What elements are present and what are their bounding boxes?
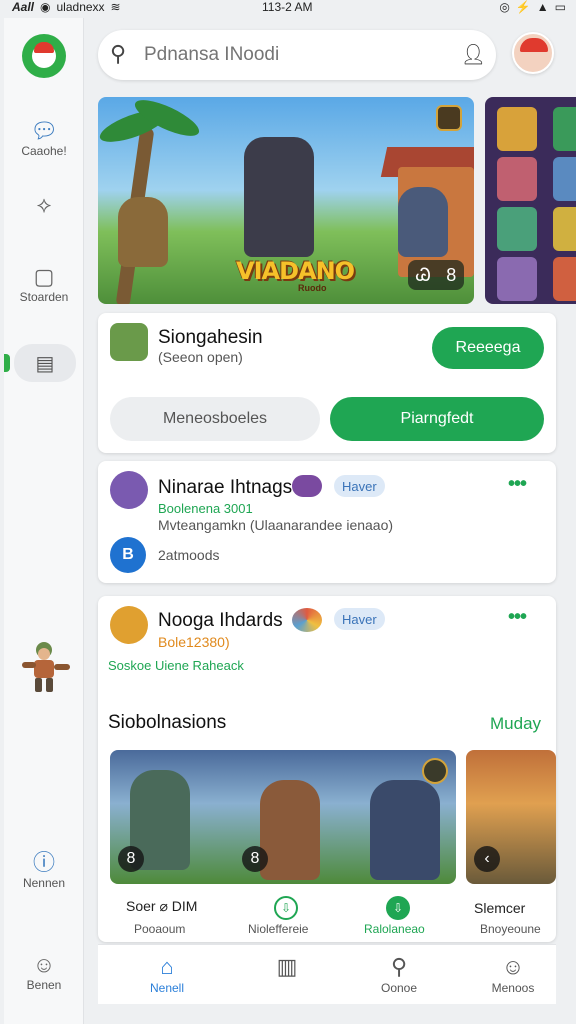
thumb-sub: Bnoyeoune [480, 922, 541, 936]
post-description: Mvteangamkn (Ulaanarandee ienaao) [158, 517, 394, 533]
eye-icon: ◉ [40, 0, 51, 14]
game-thumbnail[interactable]: ‹ [466, 750, 556, 884]
install-icon[interactable]: ⇩ [386, 896, 410, 920]
reaction-icon [292, 608, 322, 632]
banner-count: 8 [446, 264, 457, 285]
nav-label: Oonoe [380, 981, 418, 995]
tab-left[interactable]: Meneosboeles [110, 397, 320, 441]
featured-subtitle: (Seeon open) [158, 349, 243, 365]
thumb-badge: 8 [118, 846, 144, 872]
banner-badge [436, 105, 462, 131]
avatar[interactable] [512, 32, 554, 74]
nav-search[interactable]: ⚲ Oonoe [354, 953, 444, 995]
banner-subtitle: Ruodo [298, 283, 327, 293]
warrior-avatar [22, 642, 70, 692]
rail-item-info[interactable]: ⓘ Nennen [4, 850, 84, 890]
search-bar[interactable]: ⚲ 👤︎ [98, 30, 496, 80]
featured-action-button[interactable]: Reeeega [432, 327, 544, 369]
post-title: Ninarae Ihtnags [158, 477, 293, 498]
calendar-icon: ▤ [35, 352, 55, 375]
rail-item-share[interactable]: ⟡ [4, 192, 84, 218]
rail-item-label: Stoarden [19, 290, 69, 304]
banner-counter: Ꮚ 8 [408, 260, 464, 290]
book-icon: ▥ [276, 954, 298, 979]
thumb-sub: Nioleffereie [248, 922, 309, 936]
search-input[interactable] [144, 42, 444, 68]
thumb-sub: Pooaoum [134, 922, 186, 936]
hero-banner-next[interactable] [485, 97, 576, 304]
post-title: Nooga Ihdards [158, 610, 283, 631]
status-badge: Haver [334, 475, 385, 497]
post-avatar [110, 606, 148, 644]
rail-item-label: Benen [26, 978, 62, 992]
hero-banner[interactable]: VIADANO Ruodo Ꮚ 8 [98, 97, 474, 304]
account-icon[interactable]: 👤︎ [461, 42, 486, 67]
signal-bars-icon: ▲ [536, 0, 549, 14]
nav-label: Nenell [149, 981, 185, 995]
back-icon[interactable]: ‹ [474, 846, 500, 872]
post-card-2: Nooga Ihdards Haver ••• Bole12380) Sosko… [98, 596, 556, 942]
info-icon: ⓘ [32, 850, 55, 875]
app-logo[interactable] [22, 34, 66, 78]
post-avatar [110, 471, 148, 509]
rail-item-chat[interactable]: 💬︎ Caaohe! [4, 118, 84, 158]
more-options-icon[interactable]: ••• [508, 606, 527, 629]
post-card-1[interactable]: Ninarae Ihtnags Haver ••• Boolenena 3001… [98, 461, 556, 583]
featured-card: Siongahesin (Seeon open) Reeeega Meneosb… [98, 313, 556, 453]
player-icon: Ꮚ [415, 264, 431, 285]
profile-icon: ☺ [32, 952, 56, 977]
rail-item-label: Nennen [22, 876, 66, 890]
source-icon: B [110, 537, 146, 573]
thumb-label: Slemcer [474, 900, 526, 916]
game-thumbnail[interactable]: 8 8 [110, 750, 456, 884]
rail-item-calendar[interactable]: ▤ [4, 344, 76, 382]
chat-bubble-icon: 💬︎ [30, 118, 58, 143]
thumb-corner-badge [422, 758, 448, 784]
location-icon: ◎ [499, 0, 510, 14]
tab-right[interactable]: Piarngfedt [330, 397, 544, 441]
reaction-icon [292, 475, 322, 497]
post-footer: 2atmoods [158, 547, 220, 563]
post-tags[interactable]: Soskoe Uiene Raheack [108, 658, 244, 673]
nav-library[interactable]: ▥ [242, 953, 332, 981]
bottom-nav: ⌂ Nenell ▥ ⚲ Oonoe ☺ Menoos [98, 944, 556, 1004]
thumb-sub: Ralolaneao [364, 922, 425, 936]
featured-title: Siongahesin [158, 327, 263, 348]
search-person-icon: ⚲ [390, 954, 408, 979]
rail-item-profile[interactable]: ☺ Benen [4, 952, 84, 992]
carrier-label: Aall [12, 0, 35, 14]
section-title: Siobolnasions [108, 712, 227, 733]
search-icon: ⚲ [110, 41, 127, 66]
nav-label: Menoos [491, 981, 535, 995]
thumb-label: Soer ⌀ DIM [126, 898, 198, 914]
more-options-icon[interactable]: ••• [508, 473, 527, 496]
post-meta: Bole12380) [158, 634, 230, 650]
side-rail: 💬︎ Caaohe! ⟡ ▢ Stoarden ▤ ⓘ Nennen ☺ Ben… [4, 18, 84, 1024]
nav-home[interactable]: ⌂ Nenell [122, 953, 212, 995]
share-icon: ⟡ [36, 192, 52, 217]
post-meta: Boolenena 3001 [158, 501, 253, 516]
person-icon: ☺ [501, 954, 525, 979]
featured-app-icon [110, 323, 148, 361]
download-icon[interactable]: ⇩ [274, 896, 298, 920]
section-action[interactable]: Muday [490, 714, 541, 734]
rail-item-store[interactable]: ▢ Stoarden [4, 264, 84, 304]
battery-icon: ▭ [554, 0, 566, 14]
status-badge: Haver [334, 608, 385, 630]
store-icon: ▢ [33, 264, 55, 289]
thumb-badge: 8 [242, 846, 268, 872]
home-icon: ⌂ [160, 954, 174, 979]
status-bar: Aall ◉ uladnexx ≋ 113-2 AM ◎ ⚡ ▲ ▭ [0, 0, 576, 16]
network-label: uladnexx [56, 0, 105, 14]
signal-icon: ⚡ [515, 0, 531, 14]
banner-title: VIADANO [236, 257, 355, 285]
rail-item-label: Caaohe! [21, 144, 67, 158]
nav-profile[interactable]: ☺ Menoos [468, 953, 558, 995]
wifi-icon: ≋ [110, 0, 121, 14]
clock: 113-2 AM [262, 0, 313, 14]
